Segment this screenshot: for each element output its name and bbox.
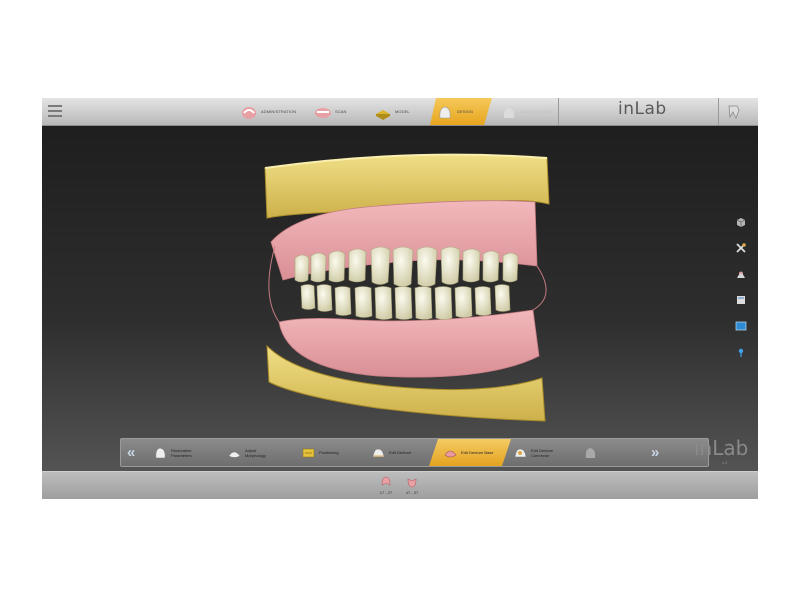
step-restoration-parameters[interactable]: Restoration Parameters: [153, 439, 219, 466]
administration-icon: [242, 106, 256, 119]
jaw-selection-bar: 17 - 27 47 - 37: [42, 471, 758, 499]
phase-manufacture: MANUFACTURE: [500, 98, 560, 125]
jaw-range-label: 17 - 27: [379, 490, 393, 495]
cad-app-window: ADMINISTRATION SCAN MODEL DESIGN MANUFAC…: [42, 98, 758, 499]
phase-label: MANUFACTURE: [521, 109, 553, 114]
phase-label: DESIGN: [457, 109, 473, 114]
lower-jaw-icon: [407, 478, 417, 488]
pin-icon[interactable]: [735, 346, 747, 358]
model-icon: [376, 109, 390, 120]
previous-step-icon[interactable]: «: [127, 445, 135, 460]
phase-scan[interactable]: SCAN: [314, 98, 358, 125]
divider: [718, 98, 719, 125]
step-next-disabled: [583, 439, 613, 466]
denture-base-icon: [443, 446, 458, 460]
morphology-icon: [228, 451, 241, 458]
right-toolbar: [735, 216, 749, 372]
upper-jaw-icon: [381, 476, 391, 486]
step-label: Adjust Morphology: [245, 447, 266, 458]
positioning-icon: [302, 448, 315, 457]
denture-icon: [372, 448, 385, 457]
tooth-icon: [155, 447, 166, 458]
phase-design[interactable]: DESIGN: [430, 98, 492, 125]
tooth-disabled-icon: [585, 447, 596, 458]
cube-icon[interactable]: [735, 216, 747, 228]
menu-icon[interactable]: [48, 105, 62, 117]
phase-label: MODEL: [395, 109, 410, 114]
step-edit-denture[interactable]: Edit Denture: [371, 439, 431, 466]
divider: [558, 98, 559, 125]
version-label: v 2: [722, 460, 728, 465]
step-label: Restoration Parameters: [171, 447, 192, 458]
phase-label: ADMINISTRATION: [261, 109, 297, 114]
connector-icon: [514, 448, 527, 457]
phase-label: SCAN: [335, 109, 347, 114]
brand-logo: inLab: [618, 99, 667, 119]
upper-jaw-button[interactable]: 17 - 27: [378, 474, 394, 495]
step-positioning[interactable]: Positioning: [301, 439, 361, 466]
step-label: Edit Denture Connector: [531, 447, 554, 458]
tools-icon[interactable]: [735, 242, 747, 254]
catalog-icon[interactable]: [735, 294, 747, 306]
lower-jaw-button[interactable]: 47 - 37: [404, 474, 420, 495]
step-label: Edit Denture: [389, 450, 412, 455]
screen-icon[interactable]: [735, 320, 747, 332]
step-label: Edit Denture Base: [461, 450, 494, 455]
step-edit-denture-connector[interactable]: Edit Denture Connector: [513, 439, 577, 466]
design-icon: [436, 104, 454, 120]
step-edit-denture-base[interactable]: Edit Denture Base: [429, 439, 511, 466]
phase-model[interactable]: MODEL: [374, 98, 426, 125]
manufacture-icon: [503, 107, 515, 118]
dentsply-logo-icon[interactable]: [727, 104, 741, 119]
scan-icon[interactable]: [735, 268, 747, 280]
step-label: Positioning: [319, 450, 339, 455]
bottom-brand-logo: inLab: [694, 436, 749, 460]
denture-3d-model[interactable]: [257, 146, 567, 426]
step-adjust-morphology[interactable]: Adjust Morphology: [227, 439, 287, 466]
next-step-icon[interactable]: »: [651, 445, 659, 460]
jaw-range-label: 47 - 37: [405, 490, 419, 495]
workflow-step-bar: « Restoration Parameters Adjust Morpholo…: [120, 438, 709, 467]
scan-phase-icon: [315, 107, 331, 118]
phase-bar: ADMINISTRATION SCAN MODEL DESIGN MANUFAC…: [42, 98, 758, 126]
phase-administration[interactable]: ADMINISTRATION: [240, 98, 302, 125]
